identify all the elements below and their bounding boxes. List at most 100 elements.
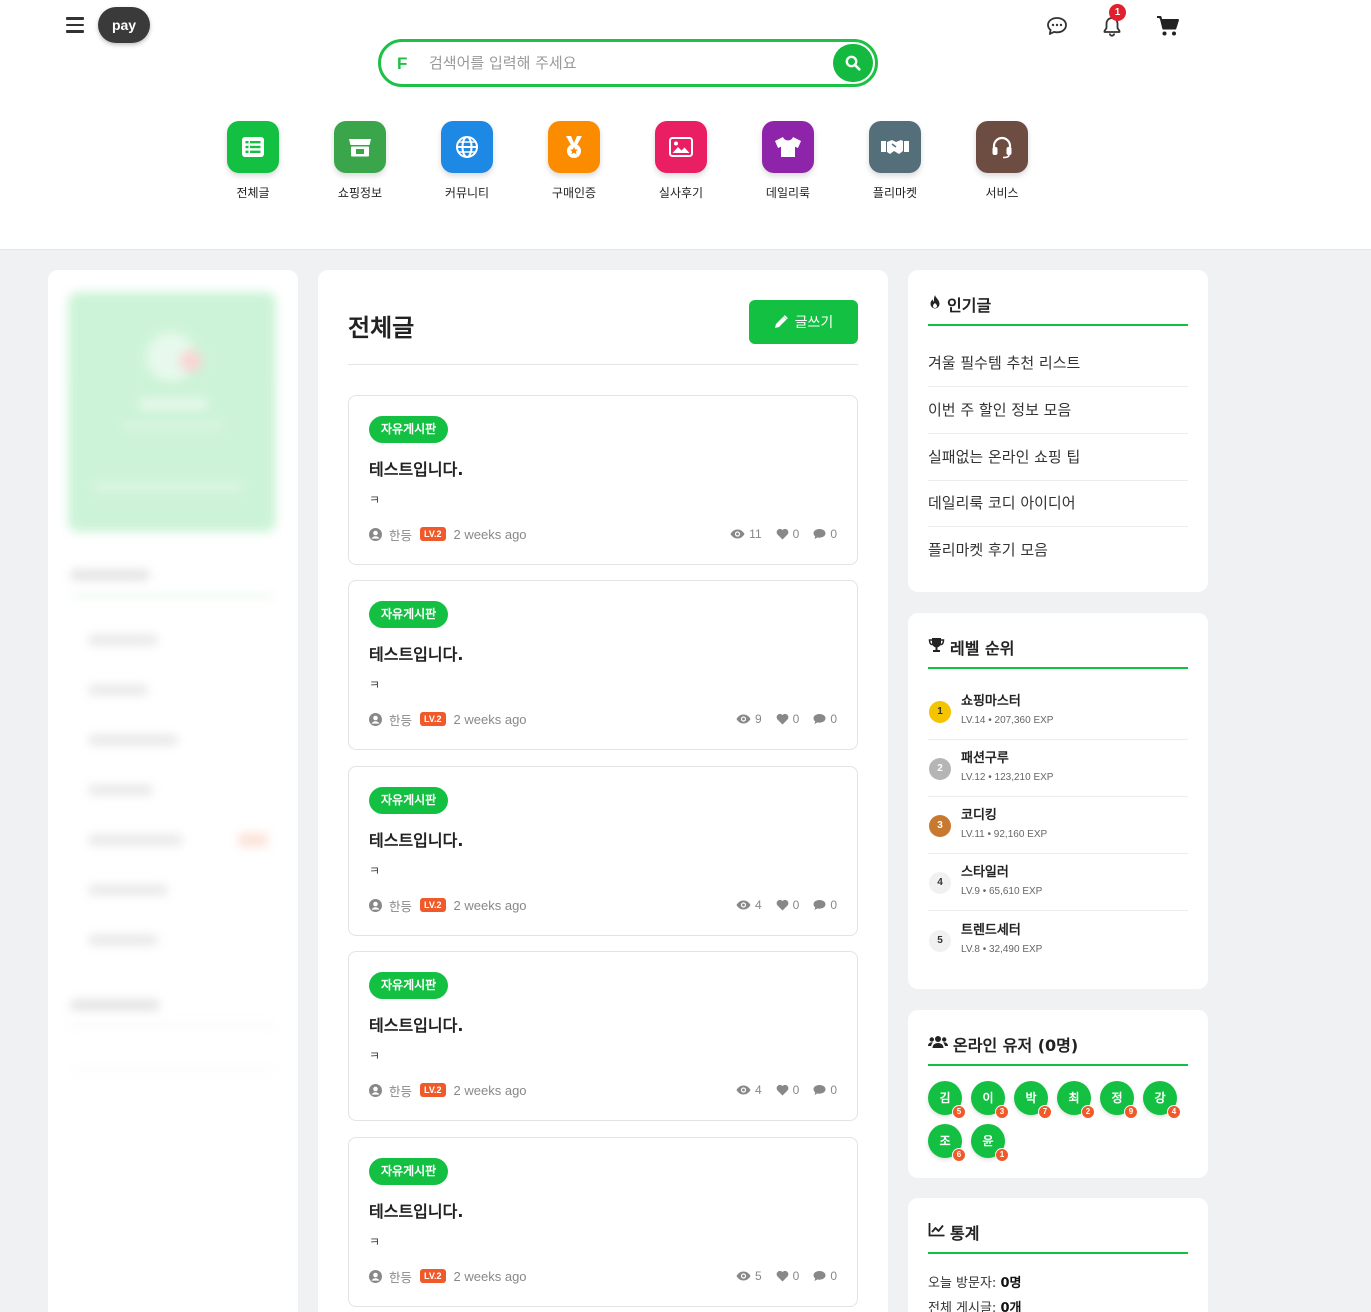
post-card[interactable]: 자유게시판 테스트입니다. ㅋ 한등 LV.2 2 weeks ago 5 0 0 — [348, 1137, 858, 1307]
post-title[interactable]: 테스트입니다. — [369, 1198, 463, 1222]
ranking-row[interactable]: 2 패션구루 LV.12 • 123,210 EXP — [928, 740, 1188, 797]
post-card[interactable]: 자유게시판 테스트입니다. ㅋ 한등 LV.2 2 weeks ago 4 0 0 — [348, 766, 858, 936]
post-author[interactable]: 한등 — [389, 525, 412, 544]
avatar-initial: 조 — [939, 1134, 951, 1148]
likes-stat[interactable]: 0 — [776, 527, 799, 541]
board-tag[interactable]: 자유게시판 — [369, 1158, 449, 1185]
online-user-avatar[interactable]: 김5 — [928, 1081, 966, 1119]
category-purchase-proof[interactable]: 구매인증 — [534, 121, 614, 201]
rank-user-name: 쇼핑마스터 — [961, 694, 1021, 709]
comments-count: 0 — [830, 527, 837, 541]
post-title[interactable]: 테스트입니다. — [369, 827, 463, 851]
likes-stat[interactable]: 0 — [776, 712, 800, 726]
likes-stat[interactable]: 0 — [776, 898, 799, 912]
post-author[interactable]: 한등 — [389, 896, 412, 915]
category-community[interactable]: 커뮤니티 — [427, 121, 507, 201]
board-tag[interactable]: 자유게시판 — [369, 416, 449, 443]
popular-item[interactable]: 겨울 필수템 추천 리스트 — [928, 340, 1188, 387]
online-user-avatar[interactable]: 강4 — [1143, 1081, 1181, 1119]
post-author[interactable]: 한등 — [389, 710, 412, 729]
heart-icon — [776, 528, 788, 540]
user-level-badge: 2 — [1081, 1105, 1095, 1119]
post-title[interactable]: 테스트입니다. — [369, 641, 463, 665]
eye-icon — [736, 714, 751, 724]
rank-user-name: 트렌드세터 — [961, 923, 1021, 938]
post-time: 2 weeks ago — [453, 1082, 527, 1098]
online-user-avatar[interactable]: 박7 — [1014, 1081, 1052, 1119]
search-prefix: F — [397, 54, 408, 73]
category-all[interactable]: 전체글 — [213, 121, 293, 201]
ranking-title: 레벨 순위 — [950, 639, 1015, 658]
rank-user-name: 스타일러 — [961, 865, 1009, 880]
popular-item[interactable]: 실패없는 온라인 쇼핑 팁 — [928, 434, 1188, 481]
ranking-row[interactable]: 4 스타일러 LV.9 • 65,610 EXP — [928, 854, 1188, 911]
cart-icon[interactable] — [1155, 13, 1181, 39]
post-card[interactable]: 자유게시판 테스트입니다. ㅋ 한등 LV.2 2 weeks ago 11 0 0 — [348, 395, 858, 565]
ranking-row[interactable]: 5 트렌드세터 LV.8 • 32,490 EXP — [928, 912, 1188, 969]
post-stats: 5 0 0 — [722, 1268, 837, 1284]
write-button[interactable]: 글쓰기 — [749, 300, 858, 344]
avatar-initial: 이 — [982, 1091, 994, 1105]
board-tag[interactable]: 자유게시판 — [369, 972, 449, 999]
rank-user-info: LV.12 • 123,210 EXP — [961, 772, 1054, 783]
rank-number: 5 — [929, 930, 951, 952]
chat-icon[interactable] — [1044, 13, 1070, 39]
avatar-initial: 박 — [1025, 1091, 1037, 1105]
likes-count: 0 — [792, 712, 800, 726]
online-user-avatar[interactable]: 윤1 — [971, 1124, 1009, 1162]
image-icon — [655, 121, 707, 173]
left-sidebar — [48, 270, 298, 1312]
post-title[interactable]: 테스트입니다. — [369, 1012, 463, 1036]
likes-stat[interactable]: 0 — [776, 1269, 800, 1283]
search-button[interactable] — [833, 44, 873, 82]
comments-count: 0 — [830, 898, 837, 912]
post-card[interactable]: 자유게시판 테스트입니다. ㅋ 한등 LV.2 2 weeks ago 4 0 0 — [348, 951, 858, 1121]
menu-icon[interactable] — [66, 17, 84, 33]
post-time: 2 weeks ago — [453, 1268, 527, 1284]
post-author[interactable]: 한등 — [389, 1267, 412, 1286]
online-user-avatar[interactable]: 이3 — [971, 1081, 1009, 1119]
user-icon — [369, 898, 382, 912]
online-user-avatar[interactable]: 최2 — [1057, 1081, 1095, 1119]
user-level-badge: 4 — [1167, 1105, 1181, 1119]
heart-icon — [776, 1270, 788, 1282]
post-card[interactable]: 자유게시판 테스트입니다. ㅋ 한등 LV.2 2 weeks ago 9 0 0 — [348, 580, 858, 750]
category-real-review[interactable]: 실사후기 — [641, 121, 721, 201]
post-author[interactable]: 한등 — [389, 1081, 412, 1100]
ranking-row[interactable]: 3 코디킹 LV.11 • 92,160 EXP — [928, 797, 1188, 854]
popular-item[interactable]: 플리마켓 후기 모음 — [928, 527, 1188, 574]
category-label: 전체글 — [236, 186, 270, 200]
site-logo[interactable]: pay — [98, 7, 150, 43]
popular-item[interactable]: 이번 주 할인 정보 모음 — [928, 387, 1188, 434]
likes-count: 0 — [792, 1269, 800, 1283]
rank-user-info: LV.14 • 207,360 EXP — [961, 715, 1054, 726]
list-icon — [227, 121, 279, 173]
category-daily-look[interactable]: 데일리룩 — [748, 121, 828, 201]
post-title[interactable]: 테스트입니다. — [369, 456, 463, 480]
search-input[interactable] — [429, 48, 829, 78]
category-shopping[interactable]: 쇼핑정보 — [320, 121, 400, 201]
notification-badge: 1 — [1109, 4, 1126, 21]
header: pay F 1 전체글 쇼핑정보 커뮤니티 — [0, 0, 1371, 250]
rank-user-info: LV.11 • 92,160 EXP — [961, 829, 1048, 840]
board-tag[interactable]: 자유게시판 — [369, 601, 449, 628]
user-level-badge: 1 — [995, 1148, 1009, 1162]
online-user-avatar[interactable]: 조6 — [928, 1124, 966, 1162]
popular-title: 인기글 — [947, 296, 992, 315]
board-tag[interactable]: 자유게시판 — [369, 787, 449, 814]
category-label: 서비스 — [985, 186, 1019, 200]
views-stat: 4 — [736, 1083, 762, 1097]
heart-icon — [776, 1084, 788, 1096]
visitors-value: 0명 — [1000, 1276, 1022, 1291]
post-meta: 한등 LV.2 2 weeks ago — [369, 1081, 527, 1100]
ranking-row[interactable]: 1 쇼핑마스터 LV.14 • 207,360 EXP — [928, 683, 1188, 740]
views-count: 4 — [754, 1083, 762, 1097]
views-stat: 11 — [730, 527, 762, 541]
online-user-avatar[interactable]: 정9 — [1100, 1081, 1138, 1119]
category-service[interactable]: 서비스 — [962, 121, 1042, 201]
category-label: 쇼핑정보 — [337, 186, 383, 200]
eye-icon — [730, 529, 745, 539]
popular-item[interactable]: 데일리룩 코디 아이디어 — [928, 480, 1188, 527]
likes-stat[interactable]: 0 — [776, 1083, 799, 1097]
category-flea-market[interactable]: 플리마켓 — [855, 121, 935, 201]
